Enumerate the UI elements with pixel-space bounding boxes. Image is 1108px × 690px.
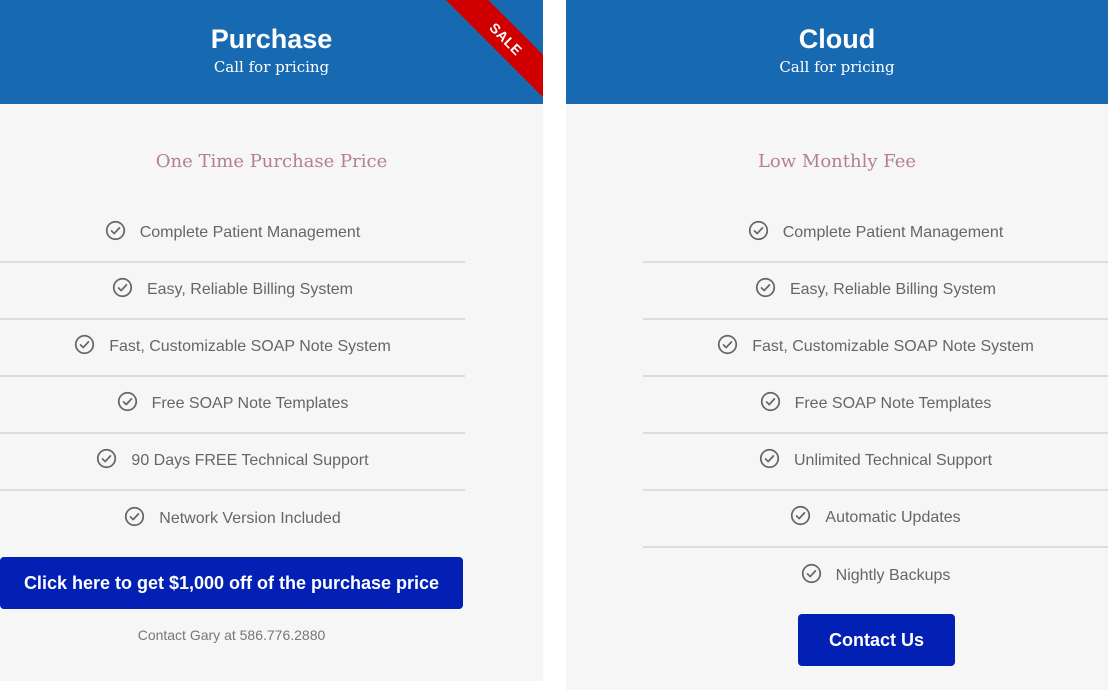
feature-list: Complete Patient Management Easy, Reliab… [566,206,1108,605]
feature-label: Free SOAP Note Templates [151,394,349,412]
check-circle-icon [759,448,780,469]
pricing-card-cloud: Cloud Call for pricing Low Monthly Fee C… [566,0,1108,690]
discount-button[interactable]: Click here to get $1,000 off of the purc… [0,557,463,609]
plan-price-type: One Time Purchase Price [155,151,388,172]
feature-label: Network Version Included [159,509,341,527]
feature-label: Unlimited Technical Support [793,451,993,469]
check-circle-icon [124,506,145,527]
feature-item: Free SOAP Note Templates [643,377,1108,434]
feature-label: Free SOAP Note Templates [794,394,992,412]
plan-price-type: Low Monthly Fee [757,151,917,172]
feature-item: Free SOAP Note Templates [0,377,465,434]
feature-item: Complete Patient Management [643,206,1108,263]
pricing-card-purchase: Purchase Call for pricing SALE One Time … [0,0,543,681]
feature-label: Easy, Reliable Billing System [146,280,353,298]
plan-subtitle: Call for pricing [213,58,330,76]
check-circle-icon [760,391,781,412]
feature-item: Easy, Reliable Billing System [0,263,465,320]
feature-label: Complete Patient Management [139,223,361,241]
feature-item: Fast, Customizable SOAP Note System [643,320,1108,377]
feature-label: Fast, Customizable SOAP Note System [752,337,1034,355]
feature-item: Automatic Updates [643,491,1108,548]
check-circle-icon [96,448,117,469]
feature-label: Easy, Reliable Billing System [789,280,996,298]
card-header: Purchase Call for pricing SALE [0,0,543,104]
check-circle-icon [790,505,811,526]
feature-item: Unlimited Technical Support [643,434,1108,491]
feature-item: Network Version Included [0,491,465,548]
check-circle-icon [755,277,776,298]
check-circle-icon [801,563,822,584]
feature-label: 90 Days FREE Technical Support [131,451,369,469]
feature-label: Complete Patient Management [782,223,1004,241]
check-circle-icon [105,220,126,241]
feature-item: Complete Patient Management [0,206,465,263]
feature-item: Easy, Reliable Billing System [643,263,1108,320]
contact-us-button[interactable]: Contact Us [798,614,955,666]
feature-item: Nightly Backups [643,548,1108,605]
feature-item: Fast, Customizable SOAP Note System [0,320,465,377]
plan-title: Cloud [798,24,876,54]
card-header: Cloud Call for pricing [566,0,1108,104]
feature-list: Complete Patient Management Easy, Reliab… [0,206,543,548]
check-circle-icon [748,220,769,241]
check-circle-icon [74,334,95,355]
plan-subtitle: Call for pricing [779,58,895,76]
check-circle-icon [112,277,133,298]
feature-label: Nightly Backups [835,566,951,584]
feature-item: 90 Days FREE Technical Support [0,434,465,491]
feature-label: Fast, Customizable SOAP Note System [109,337,391,355]
contact-note: Contact Gary at 586.776.2880 [137,627,326,643]
feature-label: Automatic Updates [825,508,961,526]
check-circle-icon [117,391,138,412]
check-circle-icon [717,334,738,355]
